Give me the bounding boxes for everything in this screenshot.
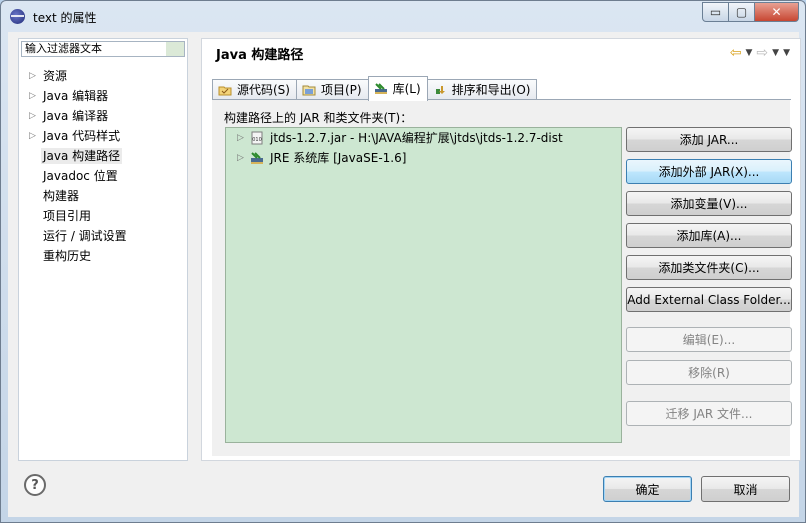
dialog-content: 输入过滤器文本 ▷ 资源 ▷ Java 编辑器 ▷ Java 编译器 ▷ Java 代码…: [8, 32, 801, 517]
build-path-tabs: 源代码(S) 项目(P) 库(L) 排序和导出(O): [212, 76, 538, 101]
tab-order-export[interactable]: 排序和导出(O): [426, 79, 538, 101]
view-menu-icon[interactable]: ▼: [783, 48, 790, 58]
close-button[interactable]: ✕: [755, 2, 799, 22]
eclipse-icon: [10, 9, 25, 24]
filter-input[interactable]: 输入过滤器文本: [21, 41, 185, 57]
source-folder-icon: [218, 86, 232, 96]
cancel-button[interactable]: 取消: [701, 476, 790, 502]
tree-item-javadoc-location[interactable]: Javadoc 位置: [19, 166, 187, 186]
expand-arrow-icon[interactable]: ▷: [237, 148, 244, 168]
jar-entry-label: jtds-1.2.7.jar - H:\JAVA编程扩展\jtds\jtds-1…: [270, 131, 563, 145]
page-title: Java 构建路径: [216, 48, 304, 63]
tree-item-label: 项目引用: [43, 209, 92, 223]
forward-history-dropdown-icon[interactable]: ▼: [772, 48, 779, 58]
tree-item-label: Java 构建路径: [41, 148, 123, 164]
minimize-button[interactable]: ▭: [702, 2, 729, 22]
category-tree: ▷ 资源 ▷ Java 编辑器 ▷ Java 编译器 ▷ Java 代码样式 Java …: [19, 66, 187, 266]
list-item[interactable]: ▷ JRE 系统库 [JavaSE-1.6]: [226, 148, 621, 168]
tab-source[interactable]: 源代码(S): [212, 79, 297, 101]
tree-item-resource[interactable]: ▷ 资源: [19, 66, 187, 86]
tab-label: 源代码(S): [237, 83, 290, 97]
maximize-button[interactable]: ▢: [729, 2, 755, 22]
tree-item-label: Javadoc 位置: [43, 169, 118, 183]
expand-arrow-icon[interactable]: ▷: [237, 128, 244, 148]
help-icon[interactable]: ?: [24, 474, 46, 496]
jre-library-icon: [251, 152, 263, 164]
minimize-icon: ▭: [709, 5, 722, 19]
project-folder-icon: [302, 85, 316, 96]
tree-item-label: Java 代码样式: [43, 129, 121, 143]
expand-arrow-icon[interactable]: ▷: [29, 86, 36, 106]
page-navigation: ⇦ ▼ ⇨ ▼ ▼: [730, 45, 790, 61]
properties-window: text 的属性 ▭ ▢ ✕ 输入过滤器文本 ▷ 资源 ▷ Java 编辑器 ▷ Ja…: [0, 0, 806, 523]
title-bar[interactable]: text 的属性 ▭ ▢ ✕: [1, 1, 805, 33]
add-library-button[interactable]: 添加库(A)...: [626, 223, 792, 248]
edit-button[interactable]: 编辑(E)...: [626, 327, 792, 352]
libraries-tab-inner: 构建路径上的 JAR 和类文件夹(T)： ▷ 010 jtds-1.2.7.ja…: [212, 100, 792, 456]
tree-item-label: 构建器: [43, 189, 80, 203]
add-external-class-folder-button[interactable]: Add External Class Folder...: [626, 287, 792, 312]
window-controls: ▭ ▢ ✕: [702, 2, 799, 22]
tab-label: 库(L): [392, 82, 421, 96]
ok-button[interactable]: 确定: [603, 476, 692, 502]
forward-arrow-icon[interactable]: ⇨: [756, 45, 768, 61]
tab-label: 排序和导出(O): [451, 83, 531, 97]
tab-projects[interactable]: 项目(P): [295, 79, 369, 101]
filter-placeholder: 输入过滤器文本: [25, 42, 102, 55]
maximize-icon: ▢: [735, 5, 748, 19]
libraries-tab-content: 构建路径上的 JAR 和类文件夹(T)： ▷ 010 jtds-1.2.7.ja…: [212, 99, 792, 457]
tree-item-java-build-path[interactable]: Java 构建路径: [19, 146, 187, 166]
tree-item-label: 资源: [43, 69, 68, 83]
category-panel: 输入过滤器文本 ▷ 资源 ▷ Java 编辑器 ▷ Java 编译器 ▷ Java 代码…: [18, 38, 188, 461]
tree-item-project-references[interactable]: 项目引用: [19, 206, 187, 226]
remove-button[interactable]: 移除(R): [626, 360, 792, 385]
tab-libraries[interactable]: 库(L): [367, 76, 428, 101]
tree-item-label: 运行 / 调试设置: [43, 229, 127, 243]
filter-clear-area: [166, 42, 184, 56]
tree-item-builders[interactable]: 构建器: [19, 186, 187, 206]
tree-item-java-code-style[interactable]: ▷ Java 代码样式: [19, 126, 187, 146]
expand-arrow-icon[interactable]: ▷: [29, 126, 36, 146]
libraries-label: 构建路径上的 JAR 和类文件夹(T)：: [224, 111, 413, 125]
list-item[interactable]: ▷ 010 jtds-1.2.7.jar - H:\JAVA编程扩展\jtds\…: [226, 128, 621, 148]
window-title: text 的属性: [33, 11, 97, 25]
svg-text:010: 010: [252, 137, 262, 143]
library-icon: [374, 83, 387, 94]
expand-arrow-icon[interactable]: ▷: [29, 66, 36, 86]
tab-label: 项目(P): [320, 83, 362, 97]
add-class-folder-button[interactable]: 添加类文件夹(C)...: [626, 255, 792, 280]
tree-item-label: Java 编译器: [43, 109, 109, 123]
jre-entry-label: JRE 系统库 [JavaSE-1.6]: [270, 151, 407, 165]
expand-arrow-icon[interactable]: ▷: [29, 106, 36, 126]
close-icon: ✕: [771, 5, 782, 19]
build-path-entries-list[interactable]: ▷ 010 jtds-1.2.7.jar - H:\JAVA编程扩展\jtds\…: [225, 127, 622, 443]
add-jar-button[interactable]: 添加 JAR...: [626, 127, 792, 152]
dialog-footer: ? 确定 取消: [8, 463, 799, 517]
add-external-jar-button[interactable]: 添加外部 JAR(X)...: [626, 159, 792, 184]
back-history-dropdown-icon[interactable]: ▼: [746, 48, 753, 58]
add-variable-button[interactable]: 添加变量(V)...: [626, 191, 792, 216]
tree-item-java-editor[interactable]: ▷ Java 编辑器: [19, 86, 187, 106]
tree-item-run-debug-settings[interactable]: 运行 / 调试设置: [19, 226, 187, 246]
back-arrow-icon[interactable]: ⇦: [730, 45, 742, 61]
tree-item-refactoring-history[interactable]: 重构历史: [19, 246, 187, 266]
tree-item-label: Java 编辑器: [43, 89, 109, 103]
order-export-icon: [434, 86, 445, 94]
tree-item-label: 重构历史: [43, 249, 92, 263]
migrate-jar-button[interactable]: 迁移 JAR 文件...: [626, 401, 792, 426]
jar-file-icon: 010: [251, 131, 263, 145]
page-panel: Java 构建路径 ⇦ ▼ ⇨ ▼ ▼ 源代码(S) 项目(P) 库(L) 排序…: [201, 38, 801, 461]
tree-item-java-compiler[interactable]: ▷ Java 编译器: [19, 106, 187, 126]
